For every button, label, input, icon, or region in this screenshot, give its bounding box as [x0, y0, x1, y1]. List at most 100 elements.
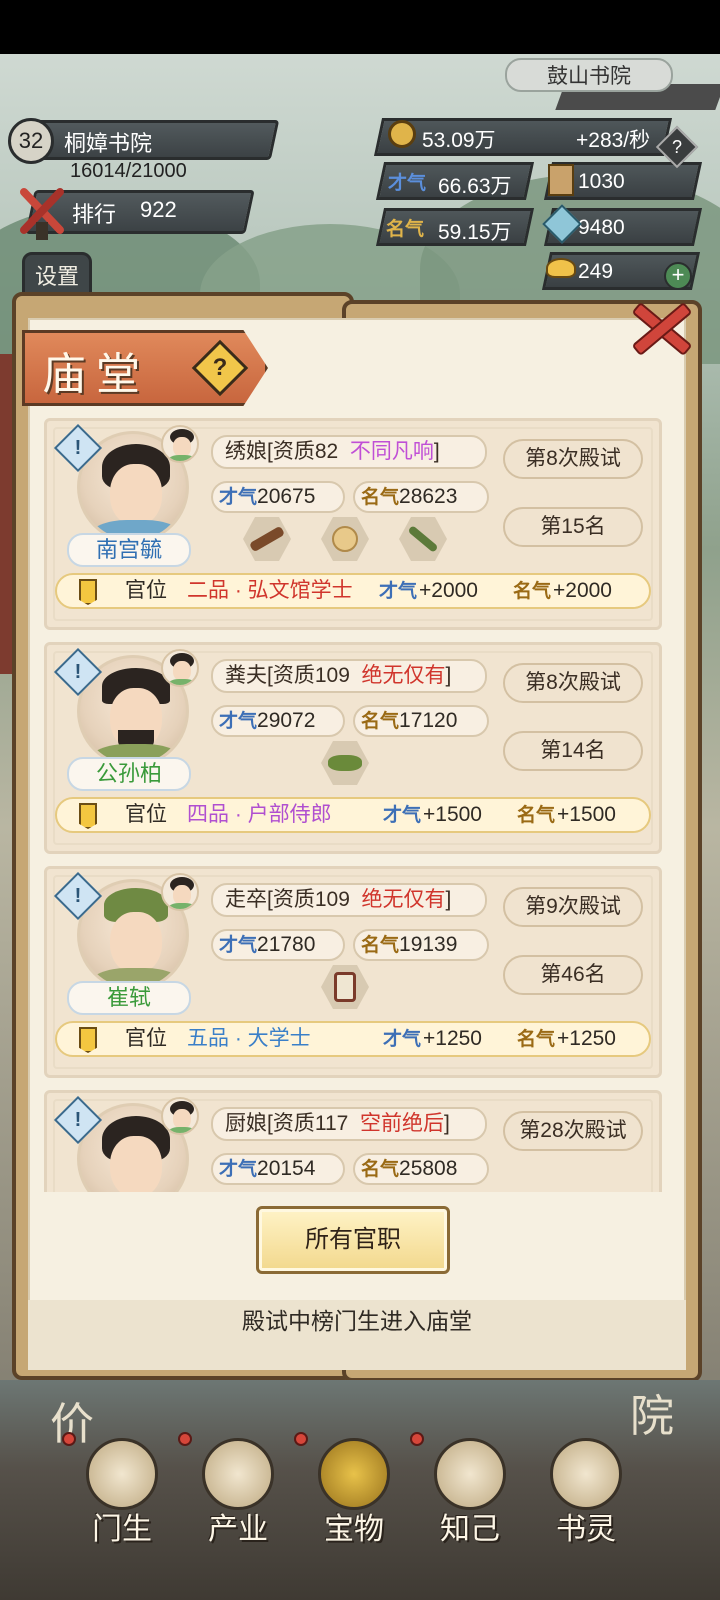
nav-book-spirit[interactable]: 书灵 [530, 1430, 642, 1570]
academy-name: 桐嫜书院 [64, 131, 153, 156]
book-icon [548, 164, 574, 196]
student-card[interactable]: ! 公孙柏 粪夫[资质109 绝无仅有] 才气29072 名气17120 第8次… [44, 642, 662, 854]
fame-stat: 名气19139 [353, 929, 489, 961]
add-gold-button[interactable]: + [664, 262, 692, 290]
talent-stat: 才气20154 [211, 1153, 345, 1185]
notification-dot [178, 1432, 192, 1446]
role: 绣娘 [225, 440, 267, 463]
student-name: 崔轼 [67, 981, 191, 1015]
office-fame-bonus: +1250 [557, 1027, 616, 1050]
aptitude: [资质109 [267, 888, 350, 911]
hairpin-icon[interactable] [321, 517, 369, 561]
herbs-icon[interactable] [321, 741, 369, 785]
talent-icon: 才气 [219, 1158, 258, 1180]
status-bar [0, 0, 720, 54]
exam-session: 第9次殿试 [503, 887, 643, 927]
office-flag-icon [79, 579, 97, 605]
talent-icon: 才气 [219, 934, 258, 956]
wooden-ruler-icon[interactable] [243, 517, 291, 561]
fame-stat: 名气25808 [353, 1153, 489, 1185]
nav-students[interactable]: 门生 [62, 1430, 178, 1570]
talent-icon: 才气 [388, 173, 427, 194]
all-posts-button[interactable]: 所有官职 [256, 1206, 450, 1274]
nav-treasures[interactable]: 宝物 [294, 1430, 410, 1570]
close-button[interactable] [624, 292, 698, 362]
footer-note: 殿试中榜门生进入庙堂 [242, 1308, 472, 1334]
gems-value: 9480 [578, 216, 625, 239]
grade: 空前绝后 [360, 1112, 444, 1135]
office-title: 五品 · 大学士 [187, 1027, 311, 1050]
companion-avatar [161, 873, 199, 911]
office-talent-bonus: +2000 [419, 579, 478, 602]
fame-icon: 名气 [517, 804, 556, 826]
talent-stat: 才气29072 [211, 705, 345, 737]
exam-place: 第14名 [503, 731, 643, 771]
talent-total: 66.63万 [438, 175, 512, 198]
notification-dot [294, 1432, 308, 1446]
office-fame-bonus: +2000 [553, 579, 612, 602]
office-title: 四品 · 户部侍郎 [187, 803, 332, 826]
fame-stat: 名气28623 [353, 481, 489, 513]
student-card[interactable]: ! 厨娘[资质117 空前绝后] 才气20154 名气25808 第28次殿试 [44, 1090, 662, 1192]
office-flag-icon [79, 803, 97, 829]
aptitude: [资质82 [267, 440, 339, 463]
role: 粪夫 [225, 664, 267, 687]
office-bar: 官位 五品 · 大学士 才气 +1250 名气 +1250 [55, 1021, 651, 1057]
role: 厨娘 [225, 1112, 267, 1135]
fame-icon: 名气 [517, 1028, 556, 1050]
student-card[interactable]: ! 南宫毓 绣娘[资质82 不同凡响] 才气20675 名气28623 第8次殿… [44, 418, 662, 630]
notification-dot [62, 1432, 76, 1446]
aptitude: [资质117 [267, 1112, 349, 1135]
grade: 不同凡响 [349, 440, 434, 463]
exam-session: 第8次殿试 [503, 439, 643, 479]
office-fame-bonus: +1500 [557, 803, 616, 826]
crossed-swords-icon [20, 188, 64, 240]
companion-avatar [161, 425, 199, 463]
notification-dot [410, 1432, 424, 1446]
book-spirit-icon [550, 1438, 622, 1510]
office-label: 官位 [125, 579, 167, 602]
role: 走卒 [225, 888, 267, 911]
student-list[interactable]: ! 南宫毓 绣娘[资质82 不同凡响] 才气20675 名气28623 第8次殿… [40, 418, 674, 1192]
fame-stat: 名气17120 [353, 705, 489, 737]
office-talent-bonus: +1500 [423, 803, 482, 826]
fame-total: 59.15万 [438, 221, 512, 244]
brush-icon[interactable] [399, 517, 447, 561]
nav-confidants[interactable]: 知己 [410, 1430, 526, 1570]
rank-label: 排行 [72, 202, 117, 227]
student-card[interactable]: ! 崔轼 走卒[资质109 绝无仅有] 才气21780 名气19139 第9次殿… [44, 866, 662, 1078]
student-name: 南宫毓 [67, 533, 191, 567]
map-scroll-icon [202, 1438, 274, 1510]
coin-icon [388, 120, 416, 148]
aptitude: [资质109 [267, 664, 350, 687]
exam-session: 第28次殿试 [503, 1111, 643, 1151]
gold-ingot-icon [546, 258, 576, 278]
other-academy-label[interactable]: 鼓山书院 [505, 58, 673, 92]
talent-icon: 才气 [219, 486, 258, 508]
fame-icon: 名气 [361, 934, 400, 956]
office-flag-icon [79, 1027, 97, 1053]
fame-icon: 名气 [361, 1158, 400, 1180]
scroll-frame-icon[interactable] [321, 965, 369, 1009]
equipped-items [321, 741, 369, 791]
exam-place: 第15名 [503, 507, 643, 547]
nav-industry[interactable]: 产业 [178, 1430, 294, 1570]
compass-icon [318, 1438, 390, 1510]
talent-stat: 才气20675 [211, 481, 345, 513]
talent-icon: 才气 [383, 804, 422, 826]
talent-icon: 才气 [219, 710, 258, 732]
role-aptitude: 绣娘[资质82 不同凡响] [211, 435, 487, 469]
office-title: 二品 · 弘文馆学士 [187, 579, 353, 602]
companion-avatar [161, 649, 199, 687]
gold-value: 249 [578, 260, 614, 283]
talent-icon: 才气 [383, 1028, 422, 1050]
fame-icon: 名气 [361, 710, 400, 732]
books-value: 1030 [578, 170, 625, 193]
fame-icon: 名气 [361, 486, 400, 508]
role-aptitude: 走卒[资质109 绝无仅有] [211, 883, 487, 917]
exam-place: 第46名 [503, 955, 643, 995]
rank-value: 922 [140, 197, 177, 222]
page-title: 庙堂 [42, 349, 150, 400]
equipped-items [321, 965, 369, 1015]
role-aptitude: 厨娘[资质117 空前绝后] [211, 1107, 487, 1141]
